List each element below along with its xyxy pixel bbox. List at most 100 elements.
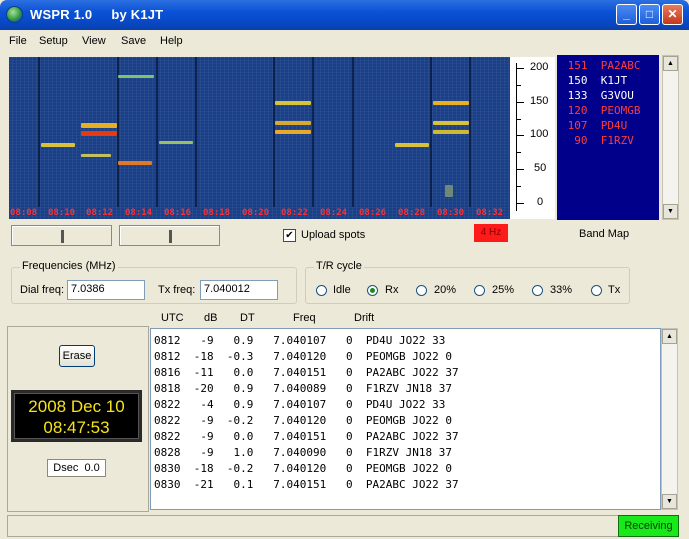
signal-trace [275, 130, 311, 134]
scale-label-0: 0 [537, 196, 544, 208]
radio-20-label: 20% [434, 284, 457, 296]
wspr-window: WSPR 1.0 by K1JT _ □ ✕ File Setup View S… [0, 0, 689, 539]
brightness-slider[interactable] [11, 225, 112, 246]
scale-label-200: 200 [530, 61, 549, 73]
column-freq: Freq [293, 312, 316, 324]
scroll-down-icon[interactable]: ▼ [662, 494, 677, 509]
decode-row: 0812 -9 0.9 7.040107 0 PD4U JO22 33 [154, 334, 446, 347]
clock-time: 08:47:53 [43, 418, 110, 437]
dsec-field[interactable]: Dsec 0.0 [47, 459, 106, 477]
band-map-row: 133 G3VOU [561, 89, 634, 102]
signal-trace [41, 143, 75, 147]
menu-bar: File Setup View Save Help [0, 30, 689, 52]
tx-freq-field[interactable]: 7.040012 [200, 280, 278, 300]
radio-rx[interactable] [367, 285, 378, 296]
decode-row: 0822 -9 -0.2 7.040120 0 PEOMGB JO22 0 [154, 414, 453, 427]
minimize-button[interactable]: _ [616, 4, 637, 25]
decode-row: 0812 -18 -0.3 7.040120 0 PEOMGB JO22 0 [154, 350, 453, 363]
contrast-slider[interactable] [119, 225, 220, 246]
column-utc: UTC [161, 312, 184, 324]
radio-33-label: 33% [550, 284, 573, 296]
radio-tx[interactable] [591, 285, 602, 296]
signal-trace [395, 143, 429, 147]
band-map-row: 150 K1JT [561, 74, 628, 87]
menu-setup[interactable]: Setup [39, 35, 68, 47]
tr-cycle-group: T/R cycle Idle Rx 20% 25% 33% Tx [305, 260, 630, 304]
waterfall-time-label: 08:22 [281, 208, 309, 218]
waterfall-divider [156, 57, 158, 207]
waterfall-time-label: 08:30 [437, 208, 465, 218]
signal-trace [433, 101, 469, 105]
scroll-up-icon[interactable]: ▲ [662, 329, 677, 344]
scale-tick [516, 68, 524, 69]
title-bar[interactable]: WSPR 1.0 by K1JT _ □ ✕ [0, 0, 689, 30]
scale-tick [516, 102, 524, 103]
maximize-button[interactable]: □ [639, 4, 660, 25]
waterfall-time-label: 08:24 [320, 208, 348, 218]
scale-tick [516, 135, 524, 136]
radio-33[interactable] [532, 285, 543, 296]
frequencies-title: Frequencies (MHz) [20, 260, 118, 272]
waterfall-divider [430, 57, 432, 207]
scroll-up-icon[interactable]: ▲ [663, 56, 678, 71]
signal-trace [81, 131, 117, 136]
signal-trace [81, 154, 111, 157]
slider-thumb[interactable] [61, 230, 64, 243]
frequencies-group: Frequencies (MHz) Dial freq: 7.0386 Tx f… [11, 260, 297, 304]
signal-trace [445, 185, 453, 197]
waterfall-time-label: 08:32 [476, 208, 504, 218]
frequency-scale: 200 150 100 50 0 [510, 57, 555, 219]
decodes-list[interactable]: 0812 -9 0.9 7.040107 0 PD4U JO22 33 0812… [150, 328, 661, 510]
scale-tick [516, 85, 521, 86]
column-db: dB [204, 312, 218, 324]
waterfall-divider [38, 57, 40, 207]
slider-thumb[interactable] [169, 230, 172, 243]
radio-25[interactable] [474, 285, 485, 296]
signal-trace [433, 121, 469, 125]
radio-20[interactable] [416, 285, 427, 296]
status-badge: Receiving [618, 515, 679, 537]
scale-tick [516, 152, 521, 153]
band-map-row: 151 PA2ABC [561, 59, 641, 72]
radio-rx-label: Rx [385, 284, 399, 296]
menu-view[interactable]: View [82, 35, 106, 47]
hz-indicator: 4 Hz [474, 224, 508, 242]
menu-save[interactable]: Save [121, 35, 146, 47]
signal-trace [118, 75, 154, 78]
band-map-scrollbar[interactable]: ▲ ▼ [662, 55, 679, 220]
upload-spots-checkbox[interactable]: ✔ [283, 229, 296, 242]
decode-row: 0830 -21 0.1 7.040151 0 PA2ABC JO22 37 [154, 478, 459, 491]
upload-spots-label: Upload spots [301, 229, 366, 241]
window-title: WSPR 1.0 by K1JT [30, 7, 164, 22]
decode-row: 0816 -11 0.0 7.040151 0 PA2ABC JO22 37 [154, 366, 459, 379]
radio-idle[interactable] [316, 285, 327, 296]
decodes-scrollbar[interactable]: ▲ ▼ [661, 328, 678, 510]
waterfall-time-label: 08:20 [242, 208, 270, 218]
decode-row: 0828 -9 1.0 7.040090 0 F1RZV JN18 37 [154, 446, 453, 459]
waterfall-divider [195, 57, 197, 207]
dial-freq-field[interactable]: 7.0386 [67, 280, 145, 300]
signal-trace [159, 141, 193, 144]
signal-trace [433, 130, 469, 134]
scroll-down-icon[interactable]: ▼ [663, 204, 678, 219]
waterfall-display[interactable]: 08:08 08:10 08:12 08:14 08:16 08:18 08:2… [9, 57, 510, 219]
radio-idle-label: Idle [333, 284, 351, 296]
waterfall-divider [469, 57, 471, 207]
waterfall-time-label: 08:26 [359, 208, 387, 218]
decode-row: 0818 -20 0.9 7.040089 0 F1RZV JN18 37 [154, 382, 453, 395]
globe-icon [6, 6, 23, 23]
waterfall-divider [312, 57, 314, 207]
menu-help[interactable]: Help [160, 35, 183, 47]
close-button[interactable]: ✕ [662, 4, 683, 25]
decode-row: 0822 -4 0.9 7.040107 0 PD4U JO22 33 [154, 398, 446, 411]
tr-cycle-title: T/R cycle [314, 260, 364, 272]
erase-button[interactable]: Erase [59, 345, 95, 367]
band-map: 151 PA2ABC 150 K1JT 133 G3VOU 120 PEOMGB… [557, 55, 659, 220]
band-map-label: Band Map [579, 228, 630, 240]
waterfall-time-label: 08:10 [48, 208, 76, 218]
scale-tick [516, 203, 524, 204]
radio-25-label: 25% [492, 284, 515, 296]
menu-file[interactable]: File [9, 35, 27, 47]
column-drift: Drift [354, 312, 375, 324]
dial-freq-label: Dial freq: [20, 284, 65, 296]
